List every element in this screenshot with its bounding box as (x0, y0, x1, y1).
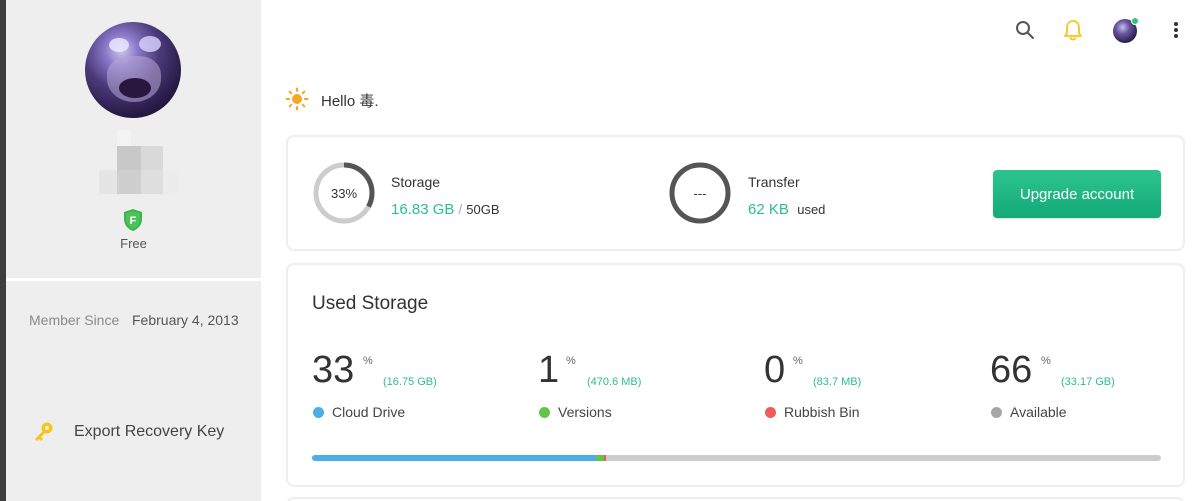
online-status-dot (1131, 17, 1139, 25)
export-recovery-key-label: Export Recovery Key (74, 423, 225, 440)
used-storage-card: Used Storage 33 % (16.75 GB) Cloud Drive… (286, 263, 1185, 487)
transfer-title: Transfer (748, 174, 800, 190)
member-since-date: February 4, 2013 (132, 312, 239, 328)
free-plan-shield-icon: F (124, 209, 142, 231)
storage-transfer-card: 33% Storage 16.83 GB/50GB --- Transfer 6… (286, 135, 1185, 251)
metric-percent-symbol: % (363, 355, 373, 367)
used-storage-title: Used Storage (312, 293, 429, 314)
transfer-used-suffix: used (797, 202, 826, 217)
profile-section: F Free (6, 0, 261, 278)
more-vertical-icon (1174, 22, 1178, 38)
search-icon (1016, 21, 1034, 39)
storage-percent: 33% (330, 185, 358, 201)
bar-segment-rubbish-bin (604, 455, 606, 461)
member-since-label: Member Since (29, 312, 120, 328)
storage-usage-bar (312, 455, 1161, 461)
legend-dot-rubbish-bin (765, 407, 776, 418)
account-sidebar: F Free Member Since February 4, 2013 Exp… (6, 0, 261, 501)
metric-size: (83.7 MB) (813, 376, 862, 388)
plan-label: Free (120, 236, 147, 251)
export-recovery-key-button[interactable]: Export Recovery Key (32, 420, 242, 446)
metric-size: (470.6 MB) (587, 376, 642, 388)
metric-percent-symbol: % (1041, 355, 1051, 367)
metric-size: (33.17 GB) (1061, 376, 1115, 388)
storage-usage: 16.83 GB/50GB (391, 201, 500, 218)
metric-percent-symbol: % (793, 355, 803, 367)
metric-percent-symbol: % (566, 355, 576, 367)
profile-avatar[interactable] (85, 22, 181, 118)
bar-segment-versions (596, 455, 605, 461)
storage-title: Storage (391, 174, 441, 190)
metric-label: Available (1010, 404, 1067, 420)
key-icon (35, 422, 53, 441)
metric-percent: 66 (990, 349, 1033, 391)
metric-percent: 33 (312, 349, 355, 391)
metric-percent: 1 (538, 349, 560, 391)
greeting-text: Hello 毒. (321, 93, 379, 110)
transfer-usage: 62 KB used (748, 201, 825, 218)
metric-label: Versions (558, 404, 612, 420)
next-section-card (286, 497, 1185, 501)
legend-dot-available (991, 407, 1002, 418)
blurred-username (91, 130, 187, 194)
upgrade-account-button[interactable]: Upgrade account (993, 170, 1161, 218)
sidebar-divider (6, 278, 261, 281)
transfer-ring-label: --- (693, 185, 707, 201)
notifications-button[interactable] (1061, 18, 1085, 42)
bar-segment-cloud-drive (312, 455, 597, 461)
storage-used: 16.83 GB (391, 201, 455, 218)
user-avatar-button[interactable] (1113, 17, 1139, 43)
notification-bell-icon (1064, 20, 1082, 41)
transfer-progress-ring: --- (668, 161, 732, 225)
legend-dot-cloud-drive (313, 407, 324, 418)
search-button[interactable] (1013, 18, 1037, 42)
metric-label: Cloud Drive (332, 404, 406, 420)
metric-percent: 0 (764, 349, 786, 391)
storage-separator: / (458, 201, 463, 217)
transfer-used: 62 KB (748, 201, 789, 218)
sun-icon (285, 87, 309, 111)
more-menu-button[interactable] (1164, 18, 1188, 42)
storage-progress-ring: 33% (312, 161, 376, 225)
legend-dot-versions (539, 407, 550, 418)
storage-total: 50GB (466, 202, 500, 217)
svg-text:F: F (130, 215, 137, 227)
metric-label: Rubbish Bin (784, 404, 860, 420)
metric-size: (16.75 GB) (383, 376, 437, 388)
